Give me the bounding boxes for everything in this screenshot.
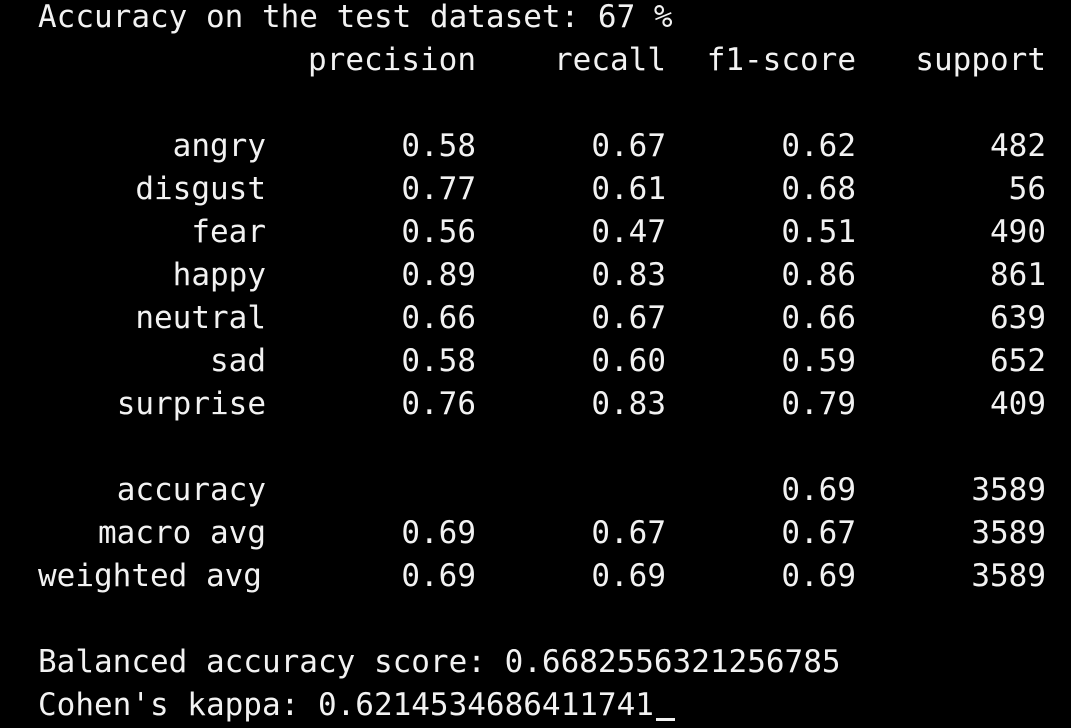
- report-row-surprise: surprise 0.76 0.83 0.79 409: [0, 383, 1071, 426]
- report-row-neutral: neutral 0.66 0.67 0.66 639: [0, 297, 1071, 340]
- row-recall: 0.60: [591, 343, 666, 379]
- summary-f1-score: 0.69: [781, 472, 856, 508]
- summary-f1-score: 0.69: [781, 558, 856, 594]
- report-row-disgust: disgust 0.77 0.61 0.68 56: [0, 168, 1071, 211]
- summary-precision: 0.69: [401, 558, 476, 594]
- summary-f1-score: 0.67: [781, 515, 856, 551]
- row-support: 56: [1008, 171, 1046, 207]
- summary-row-weighted-avg: weighted avg 0.69 0.69 0.69 3589: [0, 555, 1071, 598]
- summary-support: 3589: [971, 515, 1046, 551]
- row-recall: 0.83: [591, 257, 666, 293]
- row-precision: 0.58: [401, 128, 476, 164]
- summary-support: 3589: [971, 558, 1046, 594]
- summary-row-macro-avg: macro avg 0.69 0.67 0.67 3589: [0, 512, 1071, 555]
- row-f1-score: 0.59: [781, 343, 856, 379]
- row-f1-score: 0.66: [781, 300, 856, 336]
- row-f1-score: 0.79: [781, 386, 856, 422]
- row-f1-score: 0.68: [781, 171, 856, 207]
- row-recall: 0.67: [591, 128, 666, 164]
- report-row-angry: angry 0.58 0.67 0.62 482: [0, 125, 1071, 168]
- row-precision: 0.77: [401, 171, 476, 207]
- cohens-kappa-text: Cohen's kappa: 0.6214534686411741: [38, 687, 654, 723]
- row-recall: 0.47: [591, 214, 666, 250]
- cohens-kappa-line: Cohen's kappa: 0.6214534686411741: [38, 684, 675, 727]
- row-precision: 0.66: [401, 300, 476, 336]
- row-label: fear: [191, 214, 266, 250]
- row-recall: 0.61: [591, 171, 666, 207]
- row-label: angry: [172, 128, 266, 164]
- row-support: 490: [990, 214, 1046, 250]
- row-precision: 0.56: [401, 214, 476, 250]
- row-label: disgust: [135, 171, 266, 207]
- report-header-row: precision recall f1-score support: [0, 39, 1071, 82]
- row-precision: 0.76: [401, 386, 476, 422]
- row-f1-score: 0.62: [781, 128, 856, 164]
- summary-precision: 0.69: [401, 515, 476, 551]
- accuracy-header-line: Accuracy on the test dataset: 67 %: [38, 0, 673, 35]
- report-row-sad: sad 0.58 0.60 0.59 652: [0, 340, 1071, 383]
- header-precision: precision: [308, 42, 476, 78]
- row-support: 482: [990, 128, 1046, 164]
- header-recall: recall: [554, 42, 666, 78]
- summary-recall: [476, 469, 666, 512]
- row-precision: 0.58: [401, 343, 476, 379]
- row-f1-score: 0.86: [781, 257, 856, 293]
- summary-support: 3589: [971, 472, 1046, 508]
- summary-precision: [266, 469, 476, 512]
- row-precision: 0.89: [401, 257, 476, 293]
- row-label: sad: [210, 343, 266, 379]
- row-label: happy: [172, 257, 266, 293]
- row-label: surprise: [116, 386, 266, 422]
- text-cursor: [655, 718, 675, 721]
- report-row-fear: fear 0.56 0.47 0.51 490: [0, 211, 1071, 254]
- row-recall: 0.83: [591, 386, 666, 422]
- header-support: support: [915, 42, 1046, 78]
- header-f1-score: f1-score: [706, 42, 856, 78]
- row-f1-score: 0.51: [781, 214, 856, 250]
- summary-label: accuracy: [116, 472, 266, 508]
- row-label: neutral: [135, 300, 266, 336]
- row-support: 409: [990, 386, 1046, 422]
- row-recall: 0.67: [591, 300, 666, 336]
- report-row-happy: happy 0.89 0.83 0.86 861: [0, 254, 1071, 297]
- row-support: 652: [990, 343, 1046, 379]
- terminal-window[interactable]: Accuracy on the test dataset: 67 % preci…: [0, 0, 1071, 728]
- summary-row-accuracy: accuracy 0.69 3589: [0, 469, 1071, 512]
- row-support: 861: [990, 257, 1046, 293]
- summary-label: weighted avg: [38, 558, 262, 594]
- balanced-accuracy-line: Balanced accuracy score: 0.6682556321256…: [38, 644, 841, 680]
- summary-label: macro avg: [98, 515, 266, 551]
- row-support: 639: [990, 300, 1046, 336]
- summary-recall: 0.67: [591, 515, 666, 551]
- summary-recall: 0.69: [591, 558, 666, 594]
